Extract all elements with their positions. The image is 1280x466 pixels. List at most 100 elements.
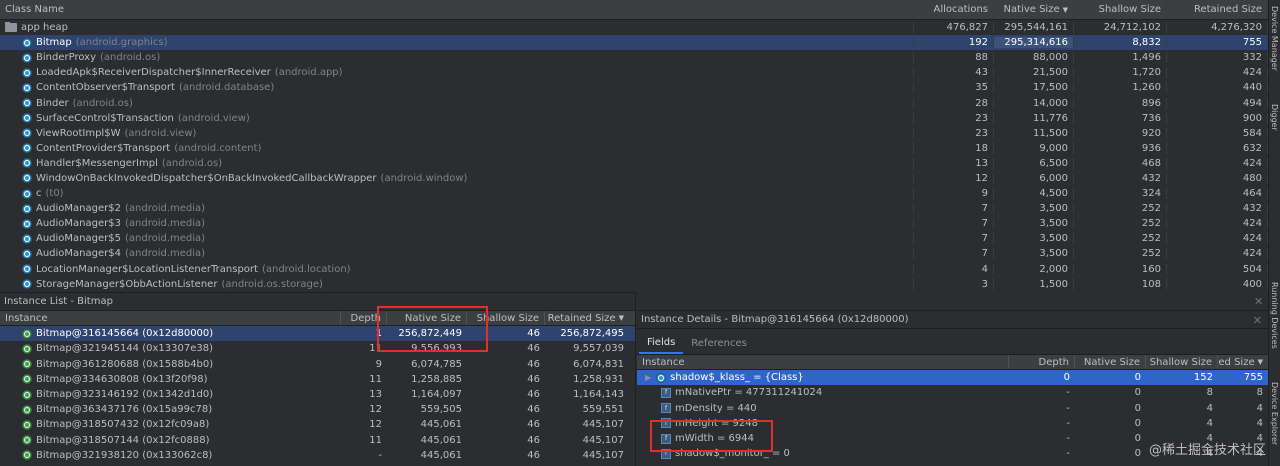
device-manager-tab[interactable]: Device Manager — [1270, 6, 1279, 71]
col-shallow-size[interactable]: Shallow Size — [1146, 355, 1218, 370]
table-row[interactable]: WindowOnBackInvokedDispatcher$OnBackInvo… — [0, 171, 1268, 186]
field-name: shadow$_monitor_ = 0 — [675, 448, 790, 460]
table-row[interactable]: LocationManager$LocationListenerTranspor… — [0, 262, 1268, 277]
class-icon — [22, 143, 32, 154]
class-name: StorageManager$ObbActionListener — [36, 278, 218, 290]
list-item[interactable]: Bitmap@323146192 (0x1342d1d0) 13 1,164,097… — [0, 387, 635, 402]
list-item[interactable]: Bitmap@318507432 (0x12fc09a8) 12 445,061 46… — [0, 417, 635, 432]
table-row[interactable]: c (t0) 9 4,500 324 464 — [0, 186, 1268, 201]
class-name: ContentProvider$Transport — [36, 142, 171, 154]
col-native-size[interactable]: Native Size — [1075, 355, 1146, 370]
list-item[interactable]: Bitmap@334630808 (0x13f20f98) 11 1,258,885… — [0, 372, 635, 387]
class-name-cell: BinderProxy (android.os) — [0, 52, 914, 64]
retained-cell: 559,551 — [582, 404, 624, 416]
col-native-size[interactable]: Native Size ▼ — [994, 0, 1074, 19]
table-row[interactable]: ViewRootImpl$W (android.view) 23 11,500 920 5… — [0, 126, 1268, 141]
retained-cell: 632 — [1167, 142, 1268, 154]
chevron-right-icon[interactable]: ▶ — [645, 373, 651, 382]
retained-cell: 755 — [1243, 372, 1263, 384]
list-item[interactable]: Bitmap@316145664 (0x12d80000) 1 256,872,44… — [0, 326, 635, 342]
col-shallow-size[interactable]: Shallow Size — [1074, 0, 1167, 19]
table-row[interactable]: AudioManager$4 (android.media) 7 3,500 252 42… — [0, 246, 1268, 261]
table-row[interactable]: LoadedApk$ReceiverDispatcher$InnerReceiv… — [0, 65, 1268, 80]
list-item[interactable]: Bitmap@318507144 (0x12fc0888) 11 445,061 46… — [0, 433, 635, 448]
field-row[interactable]: f mDensity = 440 - 0 4 4 — [637, 401, 1268, 416]
col-retained-size[interactable]: Retained Size ▼ — [1218, 355, 1268, 369]
class-package: (android.content) — [174, 142, 262, 154]
field-name-cell: f mNativePtr = 477311241024 — [637, 387, 1009, 398]
alloc-cell: 88 — [914, 52, 994, 64]
table-row[interactable]: StorageManager$ObbActionListener (android… — [0, 277, 1268, 290]
class-icon — [656, 372, 667, 383]
native-cell: 3,500 — [994, 218, 1074, 230]
class-icon — [22, 37, 32, 48]
tab-references[interactable]: References — [683, 332, 755, 354]
class-package: (android.os) — [161, 157, 223, 169]
running-devices-tab[interactable]: Running Devices — [1270, 282, 1279, 349]
tab-fields[interactable]: Fields — [639, 332, 684, 354]
list-item[interactable]: Bitmap@363437176 (0x15a99c78) 12 559,505 46… — [0, 402, 635, 417]
native-cell: 21,500 — [994, 67, 1074, 79]
instance-name: Bitmap@318507144 (0x12fc0888) — [36, 434, 210, 446]
heap-row[interactable]: app heap 476,827 295,544,161 24,712,102 … — [0, 20, 1268, 35]
field-name-cell: f mWidth = 6944 — [637, 433, 1009, 444]
table-row[interactable]: BinderProxy (android.os) 88 88,000 1,496 332 — [0, 50, 1268, 65]
device-explorer-tab[interactable]: Device Explorer — [1270, 382, 1279, 445]
depth-cell: 9 — [375, 358, 382, 370]
col-instance[interactable]: Instance — [637, 355, 1009, 370]
table-row[interactable]: ContentObserver$Transport (android.databa… — [0, 80, 1268, 95]
table-row[interactable]: Bitmap (android.graphics) 192 295,314,616 8,… — [0, 35, 1268, 51]
class-name-cell: Binder (android.os) — [0, 97, 914, 109]
field-row[interactable]: f mHeight = 9248 - 0 4 4 — [637, 416, 1268, 431]
list-item[interactable]: Bitmap@361280688 (0x1588b4b0) 9 6,074,785 4… — [0, 357, 635, 372]
native-cell: 3,500 — [994, 248, 1074, 260]
col-depth[interactable]: Depth — [341, 311, 387, 326]
shallow-cell: 468 — [1074, 157, 1167, 169]
field-row[interactable]: ▶ shadow$_klass_ = {Class} 0 0 152 755 — [637, 370, 1268, 386]
col-depth[interactable]: Depth — [1009, 355, 1075, 370]
close-icon[interactable]: ✕ — [1253, 314, 1262, 327]
table-row[interactable]: Handler$MessengerImpl (android.os) 13 6,500… — [0, 156, 1268, 171]
retained-cell: 424 — [1167, 218, 1268, 230]
alloc-cell: 7 — [914, 203, 994, 215]
list-item[interactable]: Bitmap@321945144 (0x13307e38) 11 9,556,993… — [0, 341, 635, 356]
native-cell: 1,164,097 — [411, 389, 462, 401]
class-name: LocationManager$LocationListenerTranspor… — [36, 263, 258, 275]
table-row[interactable]: AudioManager$3 (android.media) 7 3,500 252 42… — [0, 216, 1268, 231]
table-row[interactable]: ContentProvider$Transport (android.conten… — [0, 141, 1268, 156]
class-package: (t0) — [45, 188, 64, 200]
class-rows: Bitmap (android.graphics) 192 295,314,616 8,… — [0, 35, 1268, 290]
field-icon: f — [661, 387, 671, 398]
col-shallow-size[interactable]: Shallow Size — [467, 311, 545, 326]
field-row[interactable]: f mNativePtr = 477311241024 - 0 8 8 — [637, 385, 1268, 400]
shallow-cell: 252 — [1074, 248, 1167, 260]
heap-name: app heap — [21, 22, 68, 34]
shallow-cell: 1,496 — [1074, 52, 1167, 64]
native-cell: 0 — [1134, 433, 1141, 445]
table-row[interactable]: Binder (android.os) 28 14,000 896 494 — [0, 95, 1268, 110]
instance-name: Bitmap@321938120 (0x133062c8) — [36, 449, 213, 461]
col-allocations[interactable]: Allocations — [914, 0, 994, 19]
table-row[interactable]: AudioManager$5 (android.media) 7 3,500 252 42… — [0, 231, 1268, 246]
shallow-cell: 432 — [1074, 172, 1167, 184]
retained-cell: 4 — [1256, 417, 1263, 429]
col-retained-size[interactable]: Retained Size — [1167, 0, 1268, 19]
heap-alloc: 476,827 — [914, 22, 994, 34]
class-name: AudioManager$5 — [36, 233, 121, 245]
digger-tab[interactable]: Digger — [1270, 104, 1279, 131]
col-native-size[interactable]: Native Size — [387, 311, 467, 326]
sort-desc-icon: ▼ — [1062, 5, 1068, 14]
shallow-cell: 936 — [1074, 142, 1167, 154]
col-instance[interactable]: Instance — [0, 311, 341, 326]
list-item[interactable]: Bitmap@321938120 (0x133062c8) - 445,061 46 4… — [0, 448, 635, 463]
col-retained-size[interactable]: Retained Size ▼ — [545, 311, 629, 325]
close-icon[interactable]: ✕ — [1254, 295, 1274, 308]
native-cell: 2,000 — [994, 263, 1074, 275]
retained-cell: 755 — [1167, 37, 1268, 49]
native-cell: 256,872,449 — [398, 328, 462, 340]
native-cell: 559,505 — [420, 404, 462, 416]
alloc-cell: 28 — [914, 97, 994, 109]
col-class-name[interactable]: Class Name — [0, 0, 914, 19]
table-row[interactable]: AudioManager$2 (android.media) 7 3,500 252 43… — [0, 201, 1268, 216]
table-row[interactable]: SurfaceControl$Transaction (android.view)… — [0, 111, 1268, 126]
